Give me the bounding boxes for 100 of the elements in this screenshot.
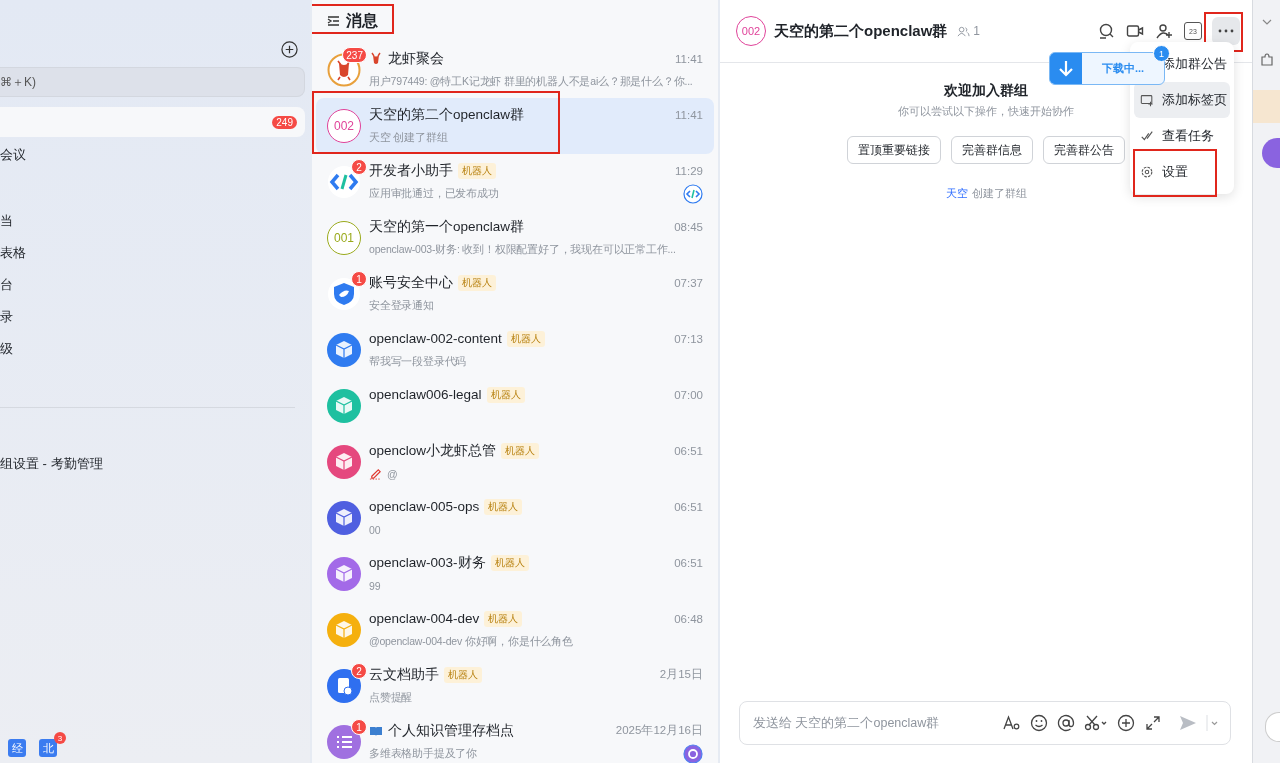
menu-item[interactable]: 设置 [1134,154,1230,190]
bot-tag: 机器人 [444,666,482,683]
message-preview: 99 [369,579,381,592]
chat-time: 06:51 [674,444,703,457]
chat-time: 2025年12月16日 [615,723,703,738]
bot-tag: 机器人 [486,386,525,403]
welcome-title: 欢迎加入群组 [944,82,1028,100]
bot-tag: 机器人 [458,162,496,179]
check-icon [1140,129,1154,143]
chat-name: openclow小龙虾总管 [369,441,497,460]
group-avatar: 002 [327,109,361,143]
unread-badge: 2 [351,663,367,679]
action-button[interactable]: 完善群信息 [951,136,1033,164]
app-icon[interactable]: 经 [8,739,26,757]
search-field[interactable]: ⌘＋K) [0,67,305,97]
chat-name: 龙虾聚会 [388,49,444,68]
message-preview: openclaw-003-财务: 收到！权限配置好了，我现在可以正常工作... [369,242,676,257]
message-preview: 帮我写一段登录代码 [369,354,467,369]
user-link[interactable]: 天空 [945,187,968,201]
list-icon [327,15,340,27]
mention-icon[interactable] [1057,714,1075,732]
chat-time: 06:48 [674,612,703,625]
bot-tag: 机器人 [458,274,496,291]
chat-item[interactable]: openclaw-004-dev 机器人 06:48 @openclaw-004-dev 你好啊，你是什么角色 [316,602,714,658]
message-preview: 应用审批通过，已发布成功 [369,186,499,201]
chat-time: 11:29 [675,164,703,177]
action-button[interactable]: 置顶重要链接 [847,136,941,164]
chat-item[interactable]: 237 龙虾聚会 11:41 用户797449: @特工K记龙虾 群里的机器人不是ai么？那是什么？你... [316,42,714,98]
chat-name: openclaw-004-dev [369,611,480,626]
chat-time: 07:00 [674,388,703,401]
unread-badge: 1 [351,271,367,287]
app-icon[interactable]: 北 [39,739,57,757]
message-input[interactable]: 发送给 天空的第二个openclaw群 [751,715,994,731]
sidebar-item[interactable]: 当 [0,205,305,237]
sidebar-item[interactable]: 录 [0,301,305,333]
message-preview: 00 [369,523,381,536]
code-avatar-icon [327,165,361,199]
expand-icon[interactable] [1144,714,1162,732]
message-preview: 天空 创建了群组 [369,130,448,145]
text-format-icon[interactable] [1003,714,1021,732]
tab-add-icon [1140,93,1154,107]
chat-item[interactable]: 1 个人知识管理存档点 2025年12月16日 多维表格助手提及了你 [316,714,714,763]
sidebar-item[interactable]: 249 [0,107,305,137]
chat-item[interactable]: 2 开发者小助手 机器人 11:29 应用审批通过，已发布成功 [316,154,714,210]
sidebar-item[interactable]: 组设置 - 考勤管理 [0,455,310,473]
chat-item[interactable]: openclow小龙虾总管 机器人 06:51 @ [316,434,714,490]
puzzle-icon[interactable] [1259,53,1274,67]
chat-name: 天空的第二个openclaw群 [369,105,525,124]
chat-item[interactable]: 2 云文档助手 机器人 2月15日 点赞提醒 [316,658,714,714]
sidebar-item[interactable]: 级 [0,333,305,365]
chat-time: 07:37 [674,276,703,289]
scissors-icon[interactable] [1084,714,1108,732]
menu-item[interactable]: 查看任务 [1134,118,1230,154]
chat-name: openclaw-002-content [369,331,502,346]
chat-time: 11:41 [675,108,703,121]
message-preview: 多维表格助手提及了你 [369,746,477,761]
unread-badge: 2 [351,159,367,175]
chat-item[interactable]: openclaw006-legal 机器人 07:00 [316,378,714,434]
chat-time: 06:51 [674,556,703,569]
chat-time: 2月15日 [659,667,703,682]
unread-badge: 249 [272,115,297,129]
add-icon[interactable] [1117,714,1135,732]
banner-strip [1253,90,1280,123]
chat-item[interactable]: 002 天空的第二个openclaw群 11:41 天空 创建了群组 [316,98,714,154]
chat-item[interactable]: 001 天空的第一个openclaw群 08:45 openclaw-003-财务: 收到！权限配置好了，我现在可以正常工作... [316,210,714,266]
chat-time: 07:13 [674,332,703,345]
message-preview: @ [387,467,398,480]
chat-name: 开发者小助手 [369,161,453,180]
chat-time: 11:41 [675,52,703,65]
chat-name: openclaw-003-财务 [369,553,486,572]
message-preview: 安全登录通知 [369,298,434,313]
bot-tag: 机器人 [484,610,523,627]
message-preview: 用户797449: @特工K记龙虾 群里的机器人不是ai么？那是什么？你... [369,74,693,89]
chat-item[interactable]: openclaw-003-财务 机器人 06:51 99 [316,546,714,602]
add-icon[interactable] [281,41,298,58]
chevron-down-icon[interactable] [1261,17,1272,27]
sidebar-item[interactable]: 会议 [0,139,305,171]
lobster-icon [369,51,383,66]
chat-name: 云文档助手 [369,665,439,684]
more-icon [1218,29,1234,33]
chat-name: openclaw006-legal [369,387,482,402]
message-preview: 点赞提醒 [369,690,413,705]
chat-title: 天空的第二个openclaw群 [774,21,948,41]
action-button[interactable]: 完善群公告 [1043,136,1125,164]
sidebar-item[interactable]: 表格 [0,237,305,269]
emoji-icon[interactable] [1030,714,1048,732]
bot-tag: 机器人 [501,442,540,459]
chat-item[interactable]: openclaw-005-ops 机器人 06:51 00 [316,490,714,546]
bot-tag: 机器人 [506,330,545,347]
chat-item[interactable]: openclaw-002-content 机器人 07:13 帮我写一段登录代码 [316,322,714,378]
menu-item[interactable]: 添加标签页 [1134,82,1230,118]
welcome-subtitle: 你可以尝试以下操作，快速开始协作 [898,105,1074,119]
group-avatar: 002 [736,16,766,46]
unread-badge: 237 [342,47,367,63]
add-member-icon[interactable] [1154,21,1174,41]
sidebar-item[interactable]: 台 [0,269,305,301]
code-badge-icon [683,183,703,204]
message-preview: @openclaw-004-dev 你好啊，你是什么角色 [369,634,573,649]
chat-time: 06:51 [674,500,703,513]
chat-item[interactable]: 1 账号安全中心 机器人 07:37 安全登录通知 [316,266,714,322]
